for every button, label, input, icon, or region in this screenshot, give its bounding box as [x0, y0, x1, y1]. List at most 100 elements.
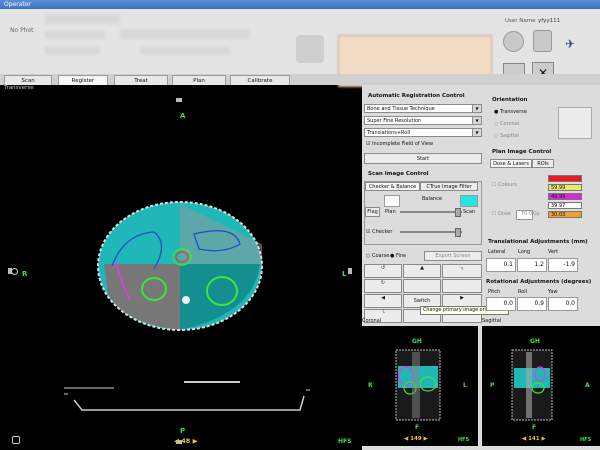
- tab-calibrate[interactable]: Calibrate: [230, 75, 290, 85]
- tab-register[interactable]: Register: [58, 75, 108, 85]
- transverse-view-label: Transverse: [4, 85, 34, 91]
- rotate-cw-icon: ↻: [380, 280, 386, 286]
- arrow-right-icon: ▶: [460, 295, 464, 301]
- auto-reg-title: Automatic Registration Control: [368, 93, 465, 99]
- balance-slider-thumb[interactable]: [455, 208, 461, 217]
- coronal-bottom-label: F: [415, 424, 420, 431]
- tab-dose-lasers[interactable]: Dose & Lasers: [490, 159, 532, 168]
- redacted-field: [45, 47, 100, 55]
- lateral-value: 0.1: [486, 258, 516, 272]
- tab-rois[interactable]: ROIs: [532, 159, 554, 168]
- redacted-field: [45, 14, 120, 24]
- move-left-button[interactable]: ◀: [364, 294, 402, 308]
- long-label: Long: [518, 249, 531, 255]
- dose-unit: Gy: [533, 211, 540, 217]
- balance-slider[interactable]: [400, 211, 462, 213]
- lock-icon[interactable]: [533, 30, 552, 52]
- incomplete-fov-checkbox[interactable]: ☑ Incomplete Field of View: [366, 141, 433, 147]
- dose-input[interactable]: 70.0: [516, 210, 533, 220]
- radio-sagittal[interactable]: ○ Sagittal: [494, 133, 519, 139]
- checker-checkbox[interactable]: ☑ Checker: [366, 229, 392, 235]
- clock-icon[interactable]: [503, 31, 524, 52]
- lateral-label: Lateral: [488, 249, 506, 255]
- chevron-down-icon: ▼: [472, 129, 481, 136]
- corner-button[interactable]: ┐: [442, 264, 482, 278]
- isodose-level-0[interactable]: [548, 175, 582, 182]
- slice-value: 48: [181, 437, 191, 445]
- move-up-button[interactable]: ▲: [403, 264, 441, 278]
- long-value: 1.2: [517, 258, 547, 272]
- coronal-top-label: GH: [412, 338, 422, 345]
- rotate-ccw-button[interactable]: ↺: [364, 264, 402, 278]
- isodose-level-1[interactable]: 59.99: [548, 184, 582, 191]
- dose-checkbox[interactable]: ☐ Dose: [492, 211, 511, 217]
- coronal-viewer[interactable]: GH F R L ◀ 149 ▶ HFS: [358, 326, 478, 446]
- anterior-label: A: [180, 112, 186, 120]
- technique-select[interactable]: Bone and Tissue Technique ▼: [364, 104, 482, 113]
- isodose-level-3[interactable]: 39.97: [548, 202, 582, 209]
- dof-select[interactable]: Translations+Roll ▼: [364, 128, 482, 137]
- export-screen-button[interactable]: Export Screen: [424, 251, 482, 261]
- rotate-cw-button[interactable]: ↻: [364, 279, 402, 293]
- tab-scan[interactable]: Scan: [4, 75, 52, 85]
- sagittal-slice-value: 141: [528, 436, 540, 442]
- sagittal-viewer[interactable]: GH F P A ◀ 141 ▶ HFS: [482, 326, 600, 446]
- sagittal-hfs: HFS: [580, 437, 592, 443]
- redacted-field: [45, 31, 105, 39]
- window-title: Operator: [4, 1, 31, 8]
- sagittal-slice-number[interactable]: ◀ 141 ▶: [522, 436, 546, 442]
- hand-icon[interactable]: [12, 436, 20, 444]
- flag-button[interactable]: Flag: [365, 207, 380, 217]
- incomplete-fov-label: Incomplete Field of View: [372, 141, 434, 147]
- rotational-title: Rotational Adjustments (degrees): [486, 279, 592, 285]
- start-button[interactable]: Start: [364, 153, 482, 164]
- coarse-radio[interactable]: ○ Coarse: [366, 253, 389, 259]
- translational-title: Translational Adjustments (mm): [488, 239, 588, 245]
- tab-checker-balance[interactable]: Checker & Balance: [365, 182, 420, 191]
- no-photo-label: No Phot: [10, 27, 34, 34]
- coronal-right-label: L: [463, 382, 467, 389]
- radio-transverse[interactable]: ● Transverse: [494, 109, 527, 115]
- logo-icon: ✈: [565, 37, 576, 51]
- checker-label: Checker: [372, 229, 393, 235]
- sagittal-right-label: A: [585, 382, 590, 389]
- coronal-slice-number[interactable]: ◀ 149 ▶: [404, 436, 428, 442]
- checker-slider-thumb[interactable]: [455, 228, 461, 237]
- transverse-viewer[interactable]: A P R L ◀ 48 ▶ HFS: [4, 94, 356, 448]
- resolution-value: Super Fine Resolution: [367, 118, 422, 124]
- corner-button-2[interactable]: [442, 279, 482, 293]
- scan-color-swatch[interactable]: [460, 195, 478, 207]
- fine-radio[interactable]: ● Fine: [390, 253, 406, 259]
- plan-color-swatch[interactable]: [384, 195, 400, 207]
- technique-value: Bone and Tissue Technique: [367, 106, 435, 112]
- user-name-value: yfyy111: [538, 18, 561, 24]
- balance-label: Balance: [422, 196, 442, 202]
- right-label: R: [22, 270, 28, 278]
- pitch-label: Pitch: [488, 289, 501, 295]
- vert-value: -1.9: [548, 258, 578, 272]
- sagittal-label: Sagittal: [482, 318, 502, 324]
- next-slice-icon[interactable]: ▶: [190, 437, 198, 445]
- tab-treat[interactable]: Treat: [114, 75, 168, 85]
- patient-header: No Phot User Name yfyy111 ✈ ✕: [0, 9, 600, 87]
- isodose-level-4[interactable]: 30.03: [548, 211, 582, 218]
- colours-checkbox[interactable]: ☐ Colours: [492, 182, 517, 188]
- isodose-level-2[interactable]: 49.99: [548, 193, 582, 200]
- sagittal-left-label: P: [490, 382, 495, 389]
- slice-number[interactable]: ◀ 48 ▶: [174, 437, 198, 445]
- redacted-field: [140, 47, 230, 55]
- resolution-select[interactable]: Super Fine Resolution ▼: [364, 116, 482, 125]
- tab-ctrue-filter[interactable]: CTrue Image Filter: [420, 182, 478, 191]
- chevron-down-icon: ▼: [472, 105, 481, 112]
- sagittal-top-label: GH: [530, 338, 540, 345]
- center-button[interactable]: [403, 279, 441, 293]
- coronal-label: Coronal: [362, 318, 382, 324]
- hfs-label: HFS: [338, 438, 352, 445]
- tab-plan[interactable]: Plan: [172, 75, 226, 85]
- roll-label: Roll: [518, 289, 528, 295]
- colours-label: Colours: [498, 182, 517, 188]
- zoom-icon[interactable]: [11, 268, 18, 275]
- checker-slider[interactable]: [400, 231, 462, 233]
- orientation-title: Orientation: [492, 97, 528, 103]
- radio-coronal[interactable]: ○ Coronal: [494, 121, 519, 127]
